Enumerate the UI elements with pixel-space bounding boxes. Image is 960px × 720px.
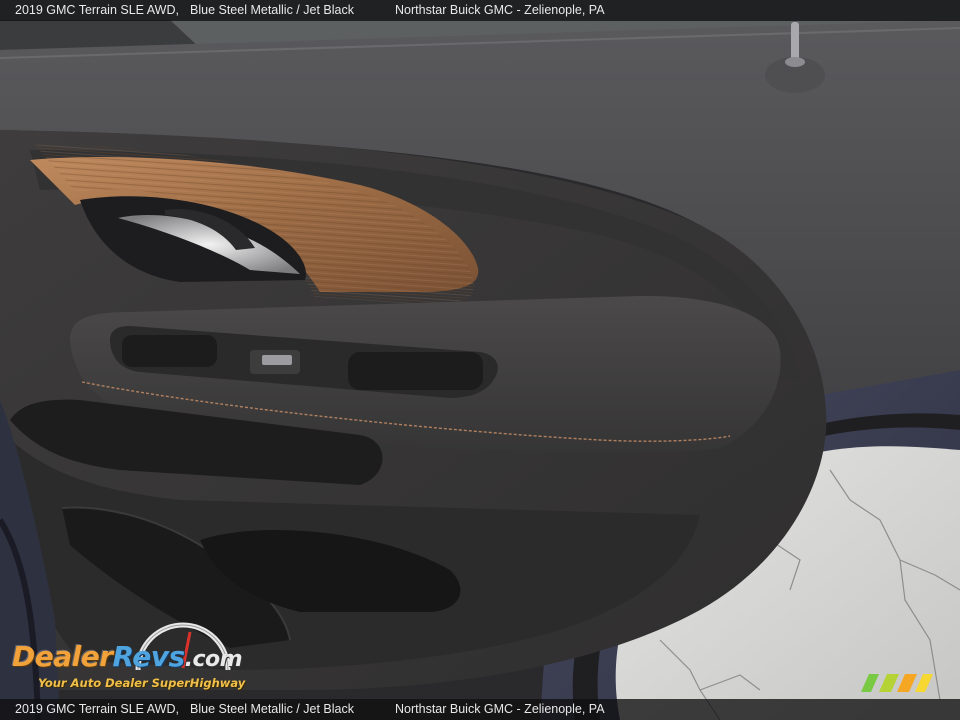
caption-bar-top: 2019 GMC Terrain SLE AWD, Blue Steel Met… (0, 0, 960, 21)
logo-wordmark: DealerRevs.com (12, 640, 243, 673)
caption-dealer: Northstar Buick GMC - Zelienople, PA (395, 702, 605, 716)
caption-vehicle: 2019 GMC Terrain SLE AWD, (15, 3, 179, 17)
caption-colors: Blue Steel Metallic / Jet Black (190, 3, 354, 17)
mm-corner-logo (861, 674, 933, 692)
caption-colors: Blue Steel Metallic / Jet Black (190, 702, 354, 716)
door-interior-photo (0, 0, 960, 720)
caption-dealer: Northstar Buick GMC - Zelienople, PA (395, 3, 605, 17)
caption-vehicle: 2019 GMC Terrain SLE AWD, (15, 702, 179, 716)
logo-tagline: Your Auto Dealer SuperHighway (38, 676, 246, 690)
dealerrevs-logo: DealerRevs.com Your Auto Dealer SuperHig… (10, 622, 280, 694)
caption-bar-bottom: 2019 GMC Terrain SLE AWD, Blue Steel Met… (0, 699, 960, 720)
